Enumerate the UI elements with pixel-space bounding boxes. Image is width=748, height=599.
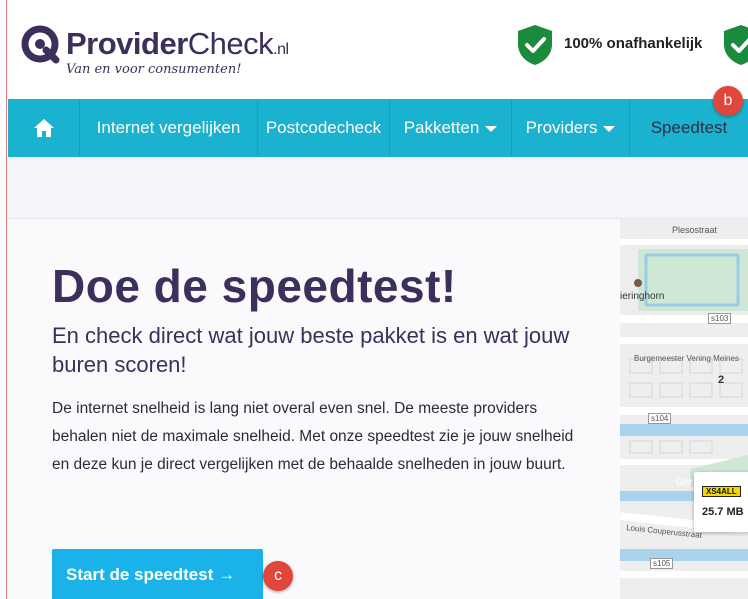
map-label: Plesostraat xyxy=(672,225,718,235)
nav-postcodecheck[interactable]: Postcodecheck xyxy=(258,99,390,157)
page-edge-line xyxy=(6,0,7,599)
map-road-badge: s104 xyxy=(648,413,672,424)
map-road-badge: s103 xyxy=(708,313,732,324)
nav-providers[interactable]: Providers xyxy=(512,99,630,157)
nav-home[interactable] xyxy=(8,99,80,157)
map-label: 2 xyxy=(718,374,725,386)
shield-check-icon xyxy=(724,25,748,65)
badge-label: 100% onafhankelijk xyxy=(564,35,703,52)
nav-pakketten[interactable]: Pakketten xyxy=(390,99,512,157)
nav-internet-vergelijken[interactable]: Internet vergelijken xyxy=(80,99,258,157)
speedtest-intro: Doe de speedtest! En check direct wat jo… xyxy=(8,219,620,599)
page-title: Doe de speedtest! xyxy=(52,260,457,312)
main-nav: Internet vergelijken Postcodecheck Pakke… xyxy=(8,99,748,157)
map-graphic xyxy=(620,239,748,578)
site-header: ProviderCheck.nl Van en voor consumenten… xyxy=(0,0,748,99)
intro-paragraph: De internet snelheid is lang niet overal… xyxy=(52,400,574,473)
annotation-marker-c: c xyxy=(263,561,293,591)
shield-check-icon xyxy=(518,25,552,65)
chevron-down-icon xyxy=(603,126,616,132)
logo-wordmark: ProviderCheck.nl xyxy=(66,26,289,61)
second-badge xyxy=(722,24,748,68)
map-label: ieringhorn xyxy=(620,291,665,302)
grey-band xyxy=(8,157,748,219)
popup-speed-value: 25.7 MB xyxy=(702,506,744,518)
annotation-marker-b: b xyxy=(713,86,743,116)
logo-tagline: Van en voor consumenten! xyxy=(66,62,242,77)
page-subtitle: En check direct wat jouw beste pakket is… xyxy=(52,323,570,377)
chevron-down-icon xyxy=(485,126,498,132)
map-pin-icon xyxy=(634,279,642,287)
map-speed-popup[interactable]: XS4ALL 25.7 MB xyxy=(694,472,748,532)
start-speedtest-button[interactable]: Start de speedtest → xyxy=(52,549,263,599)
independent-badge: 100% onafhankelijk xyxy=(516,24,726,68)
provider-badge: XS4ALL xyxy=(702,486,741,497)
providercheck-logo[interactable]: ProviderCheck.nl Van en voor consumenten… xyxy=(20,24,290,84)
speed-map[interactable]: Plesostraat ieringhorn s103 Burgemeester… xyxy=(620,219,748,599)
map-label: Ger xyxy=(676,477,693,488)
logo-q-icon xyxy=(21,25,60,64)
map-label: Burgemeester Vening Meines xyxy=(634,354,739,363)
home-icon xyxy=(33,119,54,137)
map-road-badge: s105 xyxy=(650,558,674,569)
